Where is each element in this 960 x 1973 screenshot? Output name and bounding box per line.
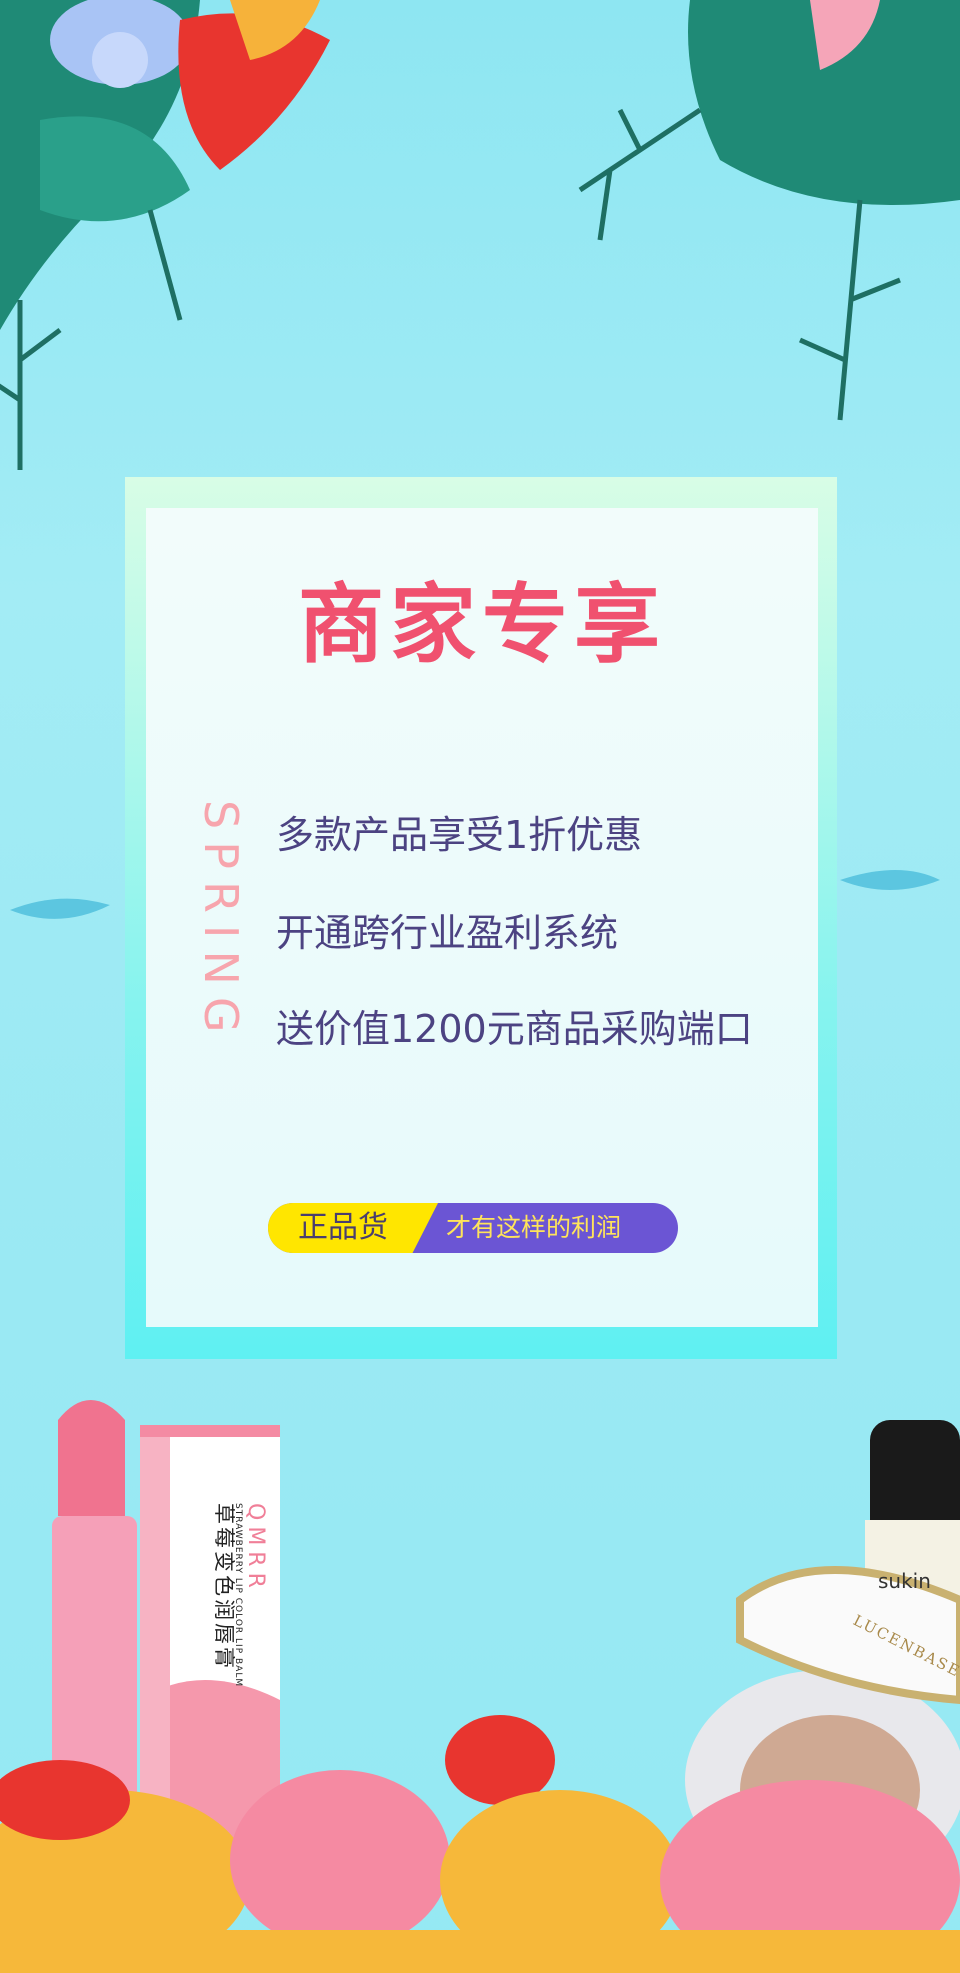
bottle-brand: sukin [878,1569,931,1593]
genuine-badge: 正品货 才有这样的利润 [268,1203,678,1253]
lip-balm-name: 草莓变色润唇膏 [212,1503,236,1671]
lip-balm-brand: QMRR [243,1503,268,1594]
badge-right-text: 才有这样的利润 [446,1213,622,1242]
benefit-3: 送价值1200元商品采购端口 [276,1007,753,1051]
spring-vertical-text: SPRING [194,800,248,1045]
badge-left-text: 正品货 [298,1210,388,1245]
benefit-2: 开通跨行业盈利系统 [276,911,619,955]
top-right-leaves [578,0,960,421]
side-leaf-left [10,898,110,919]
page-title: 商家专享 [298,575,666,675]
benefit-1: 多款产品享受1折优惠 [276,813,643,857]
side-leaf-right [840,870,940,890]
top-left-leaves [0,0,330,470]
